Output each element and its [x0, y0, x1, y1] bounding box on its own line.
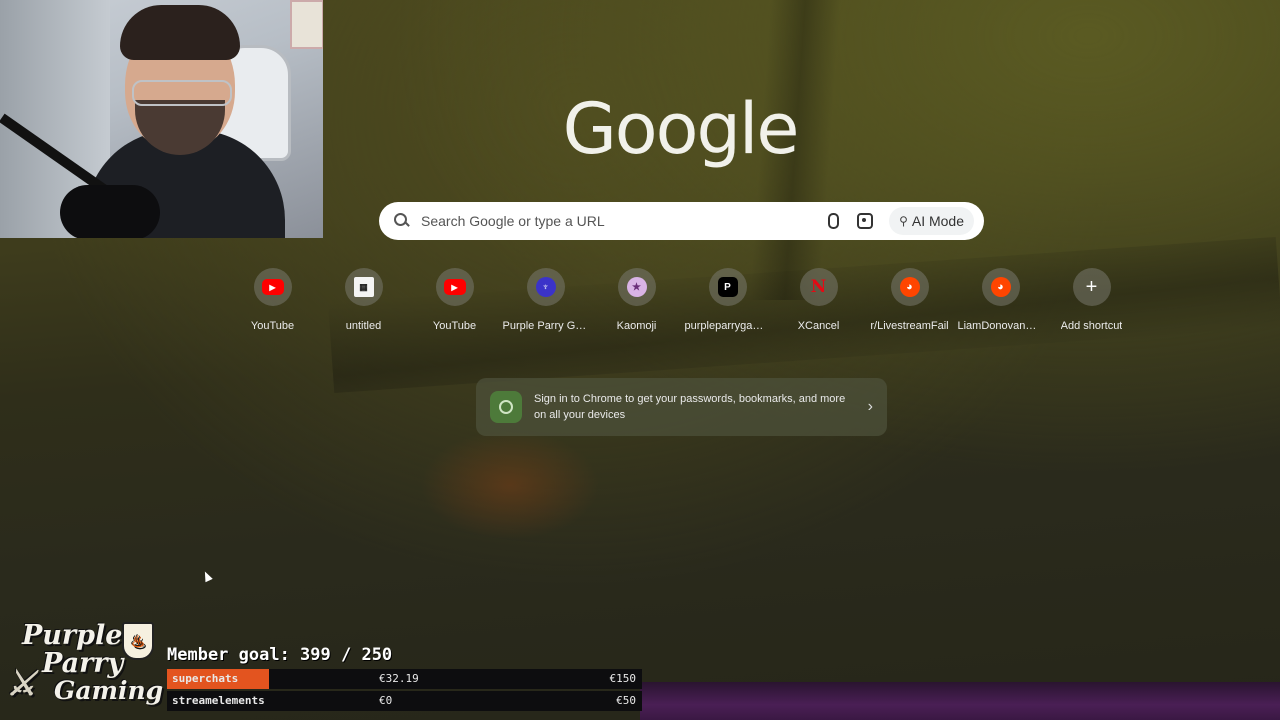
shortcut-tile: ★ [617, 268, 656, 306]
reddit-icon: ◕ [990, 277, 1011, 297]
voice-search-icon[interactable] [819, 207, 847, 235]
shortcut-xcancel[interactable]: N XCancel [773, 268, 864, 332]
signin-card-text: Sign in to Chrome to get your passwords,… [534, 393, 846, 421]
shortcut-kaomoji[interactable]: ★ Kaomoji [591, 268, 682, 332]
shortcut-label: LiamDonovanM... [957, 320, 1044, 332]
brand-line-3: Gaming [54, 676, 164, 705]
search-box[interactable]: ⚲ AI Mode [379, 202, 984, 240]
google-logo: Google [562, 88, 800, 170]
ai-sparkle-search-icon: ⚲ [899, 214, 908, 228]
mouse-cursor-icon [201, 569, 213, 583]
kaomoji-star-icon: ★ [626, 277, 647, 297]
donation-tallies: superchats €32.19 €150 streamelements €0… [167, 669, 642, 713]
tally-goal: €50 [616, 694, 636, 707]
chevron-right-icon[interactable]: › [868, 398, 873, 416]
shortcut-tile: ▶ [435, 268, 474, 306]
shortcut-label: r/LivestreamFail [870, 320, 949, 332]
tally-name: streamelements [172, 694, 265, 707]
search-input[interactable] [419, 212, 816, 230]
tally-row-superchats: superchats €32.19 €150 [167, 669, 642, 689]
shortcut-label: Kaomoji [616, 320, 657, 332]
chrome-signin-card[interactable]: Sign in to Chrome to get your passwords,… [476, 378, 887, 436]
webcam-person-glasses [132, 80, 232, 106]
reddit-icon: ◕ [899, 277, 920, 297]
shortcut-label: YouTube [432, 320, 477, 332]
wallpaper-glow [420, 430, 600, 540]
shortcut-youtube-2[interactable]: ▶ YouTube [409, 268, 500, 332]
shortcut-youtube[interactable]: ▶ YouTube [227, 268, 318, 332]
tally-goal: €150 [609, 672, 637, 685]
account-icon [490, 391, 522, 423]
shortcut-grid: ▶ YouTube ▦ untitled ▶ YouTube ♆ Purple … [227, 268, 1137, 332]
shortcut-label: Add shortcut [1060, 320, 1123, 332]
tally-amount: €0 [379, 694, 393, 707]
shortcut-tile: N [799, 268, 838, 306]
youtube-icon: ▶ [443, 279, 466, 295]
shortcut-tile: ▶ [253, 268, 292, 306]
shortcut-tile: ◕ [981, 268, 1020, 306]
search-icon [393, 212, 411, 230]
shortcut-label: XCancel [797, 320, 840, 332]
plus-icon: + [1085, 275, 1098, 298]
webcam-microphone [60, 185, 160, 238]
member-goal-text: Member goal: 399 / 250 [167, 645, 393, 665]
shortcut-liamdonovan[interactable]: ◕ LiamDonovanM... [955, 268, 1046, 332]
shortcut-label: Purple Parry Ga... [502, 320, 589, 332]
shortcut-tile: P [708, 268, 747, 306]
xcancel-n-icon: N [810, 277, 827, 297]
brand-line-1: Purple [22, 620, 123, 651]
ai-mode-button[interactable]: ⚲ AI Mode [889, 207, 974, 235]
shortcut-label: purpleparrygam... [684, 320, 771, 332]
overlay-purple-band [640, 682, 1280, 720]
tally-amount: €32.19 [379, 672, 419, 685]
brand-line-2: Parry [42, 648, 124, 679]
purple-parry-icon: ♆ [535, 277, 556, 297]
ai-mode-label: AI Mode [911, 213, 964, 229]
shortcut-tile: ◕ [890, 268, 929, 306]
shortcut-patreon[interactable]: P purpleparrygam... [682, 268, 773, 332]
document-icon: ▦ [353, 277, 374, 297]
shortcut-label: untitled [345, 320, 382, 332]
patreon-icon: P [717, 277, 738, 297]
crossed-swords-icon: ⚔ [6, 664, 37, 704]
webcam-feed [0, 0, 323, 238]
webcam-person-hair [120, 5, 240, 60]
shortcut-purple-parry[interactable]: ♆ Purple Parry Ga... [500, 268, 591, 332]
shortcut-label: YouTube [250, 320, 295, 332]
channel-logo: ⚔ Purple Parry Gaming ♨ [4, 620, 164, 715]
add-shortcut-button[interactable]: + Add shortcut [1046, 268, 1137, 332]
youtube-icon: ▶ [261, 279, 284, 295]
flame-shield-icon: ♨ [122, 622, 154, 660]
shortcut-tile: ♆ [526, 268, 565, 306]
tally-name: superchats [172, 672, 239, 685]
tally-row-streamelements: streamelements €0 €50 [167, 691, 642, 711]
shortcut-livestreamfail[interactable]: ◕ r/LivestreamFail [864, 268, 955, 332]
shortcut-tile: + [1072, 268, 1111, 306]
google-lens-icon[interactable] [851, 207, 879, 235]
shortcut-tile: ▦ [344, 268, 383, 306]
shortcut-untitled[interactable]: ▦ untitled [318, 268, 409, 332]
webcam-wall-poster [290, 0, 323, 49]
